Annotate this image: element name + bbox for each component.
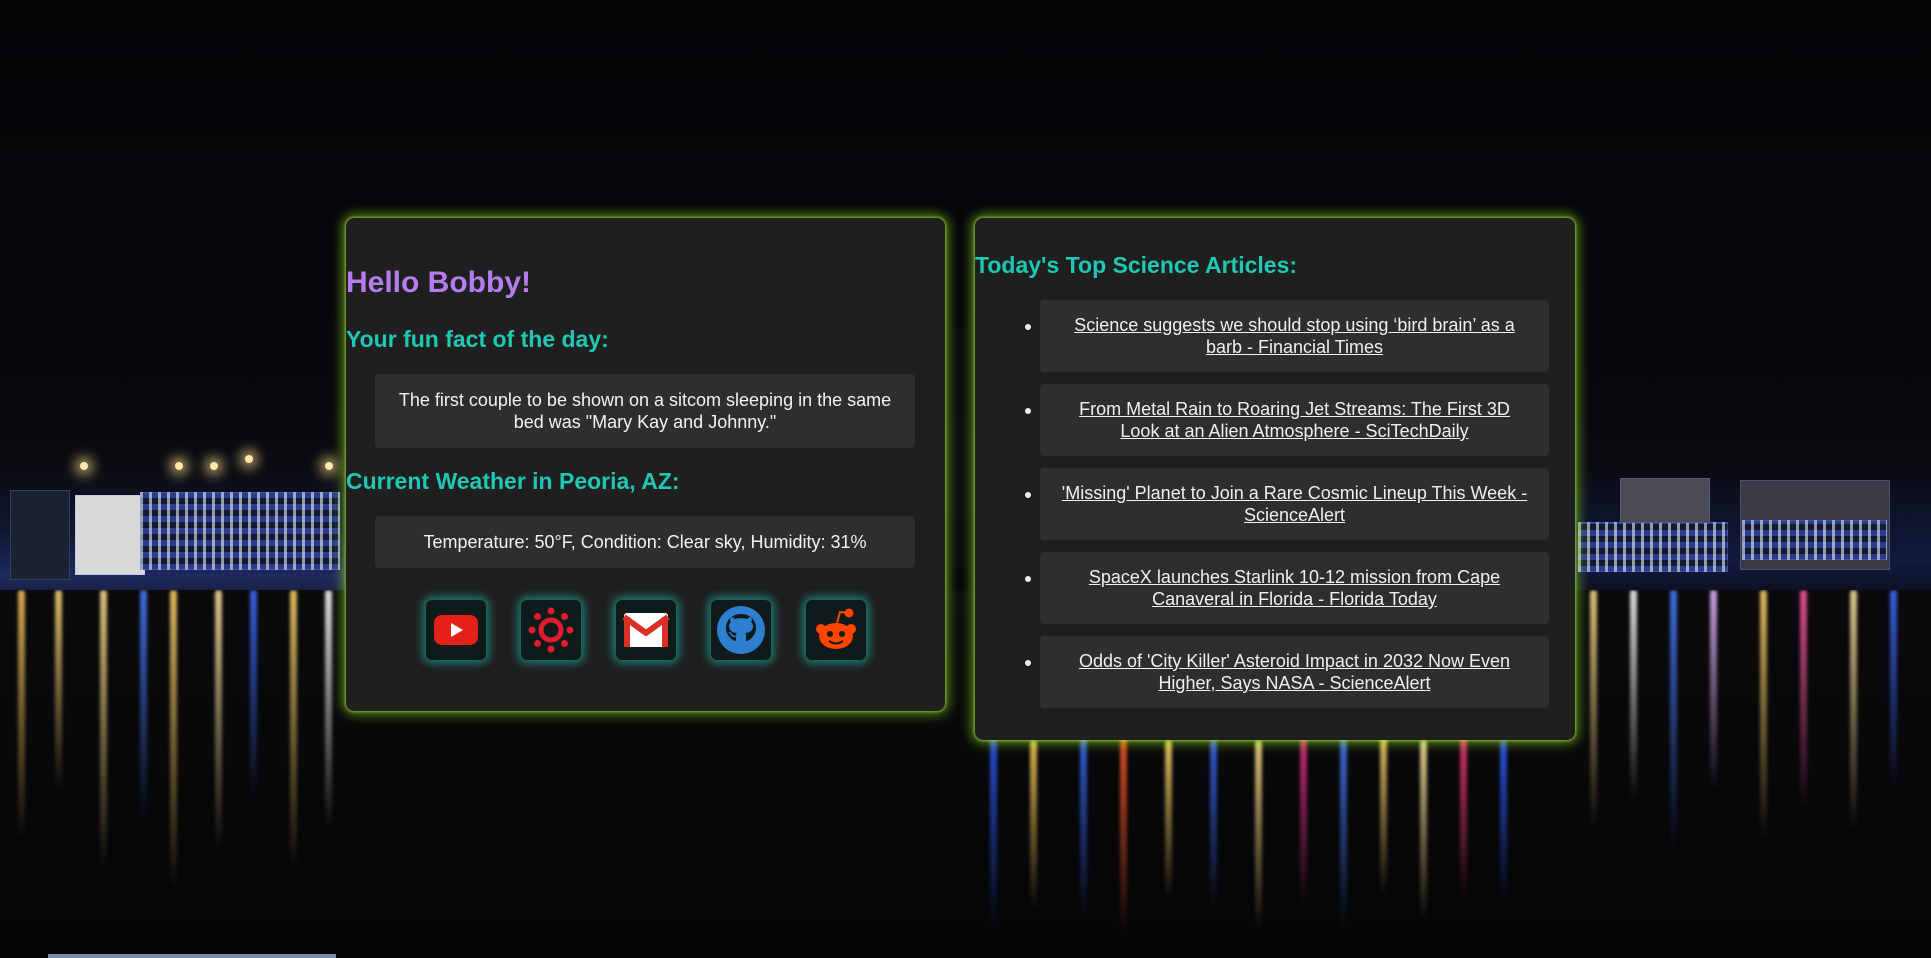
github-icon — [717, 606, 765, 654]
building — [1578, 522, 1728, 572]
reddit-icon — [816, 608, 856, 649]
greeting-heading: Hello Bobby! — [346, 266, 531, 299]
building — [10, 490, 70, 580]
article-item: 'Missing' Planet to Join a Rare Cosmic L… — [1040, 468, 1549, 540]
list-bullet — [1025, 324, 1031, 330]
building — [1742, 520, 1887, 560]
background-city-night-image — [0, 0, 1931, 958]
article-link[interactable]: Science suggests we should stop using ‘b… — [1058, 314, 1531, 358]
fun-fact-heading: Your fun fact of the day: — [346, 326, 609, 352]
articles-heading: Today's Top Science Articles: — [975, 252, 1298, 278]
canvas-link[interactable] — [521, 600, 581, 660]
list-bullet — [1025, 576, 1031, 582]
article-item: SpaceX launches Starlink 10-12 mission f… — [1040, 552, 1549, 624]
article-link[interactable]: 'Missing' Planet to Join a Rare Cosmic L… — [1058, 482, 1531, 526]
building — [75, 495, 145, 575]
youtube-icon — [434, 615, 478, 645]
article-link[interactable]: SpaceX launches Starlink 10-12 mission f… — [1058, 566, 1531, 610]
gmail-link[interactable] — [616, 600, 676, 660]
list-bullet — [1025, 492, 1031, 498]
quick-links — [424, 600, 866, 664]
street-lamp — [210, 462, 218, 470]
water-reflections — [0, 590, 1931, 958]
street-lamp — [175, 462, 183, 470]
article-link[interactable]: Odds of 'City Killer' Asteroid Impact in… — [1058, 650, 1531, 694]
github-link[interactable] — [711, 600, 771, 660]
street-lamp — [245, 455, 253, 463]
canvas-icon — [528, 607, 574, 653]
building — [140, 492, 340, 570]
article-item: Odds of 'City Killer' Asteroid Impact in… — [1040, 636, 1549, 708]
article-link[interactable]: From Metal Rain to Roaring Jet Streams: … — [1058, 398, 1531, 442]
youtube-link[interactable] — [426, 600, 486, 660]
weather-text: Temperature: 50°F, Condition: Clear sky,… — [423, 532, 867, 552]
building — [1620, 478, 1710, 523]
article-item: From Metal Rain to Roaring Jet Streams: … — [1040, 384, 1549, 456]
list-bullet — [1025, 408, 1031, 414]
fun-fact-box: The first couple to be shown on a sitcom… — [375, 374, 915, 448]
weather-heading: Current Weather in Peoria, AZ: — [346, 468, 680, 494]
list-bullet — [1025, 660, 1031, 666]
gmail-icon — [622, 613, 670, 647]
weather-box: Temperature: 50°F, Condition: Clear sky,… — [375, 516, 915, 568]
fun-fact-text: The first couple to be shown on a sitcom… — [398, 390, 892, 432]
scrollbar-indicator — [48, 954, 336, 958]
reddit-link[interactable] — [806, 600, 866, 660]
article-item: Science suggests we should stop using ‘b… — [1040, 300, 1549, 372]
street-lamp — [325, 462, 333, 470]
street-lamp — [80, 462, 88, 470]
